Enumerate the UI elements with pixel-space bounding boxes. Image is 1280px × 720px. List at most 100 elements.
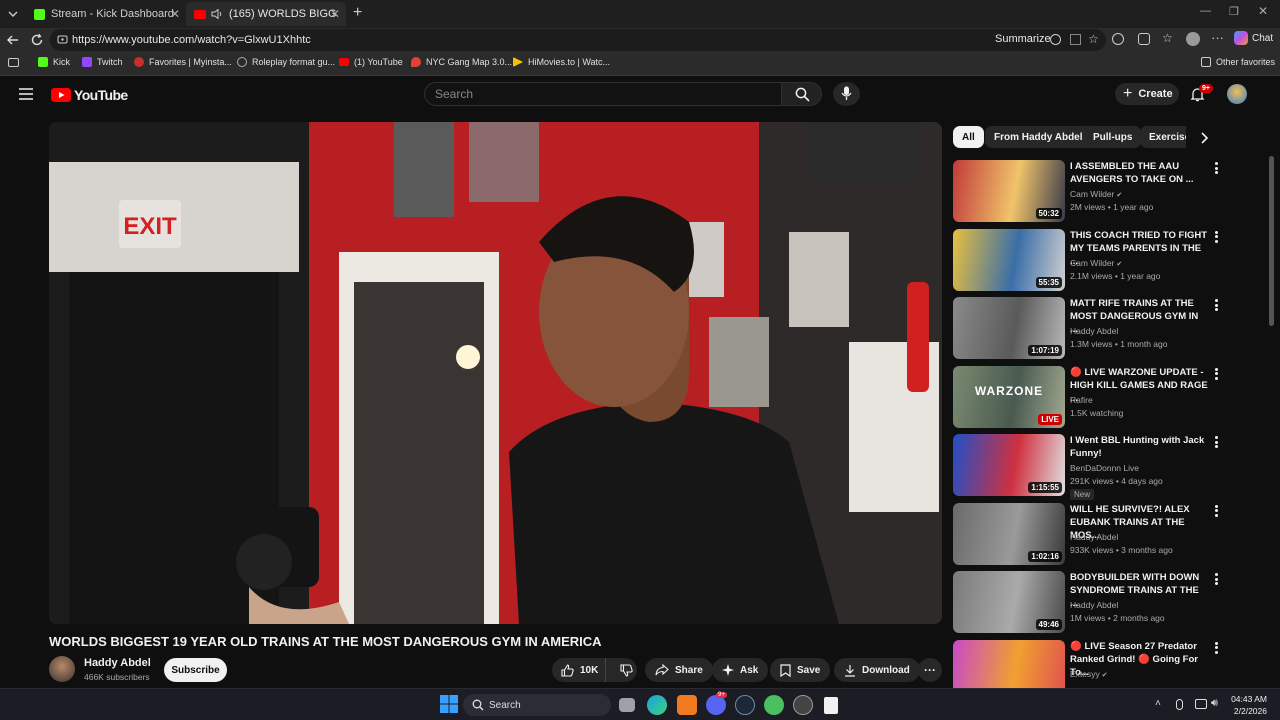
more-actions-button[interactable]: ··· bbox=[918, 658, 942, 682]
app-orange-icon[interactable] bbox=[677, 695, 697, 715]
recommendation-item[interactable]: WARZONE LIVE 🔴 LIVE WARZONE UPDATE - HIGH … bbox=[953, 365, 1253, 430]
recommendation-title[interactable]: I Went BBL Hunting with Jack Funny! bbox=[1070, 434, 1208, 460]
recommendation-item[interactable]: 50:32 I ASSEMBLED THE AAU AVENGERS TO TAK… bbox=[953, 160, 1253, 224]
page-scrollbar[interactable] bbox=[1269, 156, 1274, 326]
like-button[interactable]: 10K bbox=[552, 658, 606, 682]
profile-avatar[interactable] bbox=[1186, 32, 1200, 46]
taskbar-clock[interactable]: 04:43 AM 2/2/2026 bbox=[1231, 694, 1267, 716]
favorite-star-icon[interactable]: ☆ bbox=[1088, 32, 1099, 46]
more-options-icon[interactable] bbox=[1215, 367, 1219, 380]
recommendation-channel[interactable]: Cam Wilder ✔ bbox=[1070, 189, 1122, 199]
recommendation-channel[interactable]: BenDaDonnn Live bbox=[1070, 463, 1139, 473]
volume-icon[interactable]: 🔊︎ bbox=[1211, 697, 1218, 710]
close-tab-icon[interactable]: ✕ bbox=[330, 7, 340, 21]
video-player[interactable]: EXIT bbox=[49, 122, 942, 624]
more-menu-icon[interactable]: ··· bbox=[1211, 30, 1224, 45]
recommendation-thumbnail[interactable]: 50:32 bbox=[953, 160, 1065, 222]
recommendation-channel[interactable]: Rafire bbox=[1070, 395, 1093, 405]
recommendation-channel[interactable]: Cam Wilder ✔ bbox=[1070, 258, 1122, 268]
bookmark-youtube[interactable]: (1) YouTube bbox=[339, 57, 403, 67]
bookmark-roleplay[interactable]: Roleplay format gu... bbox=[237, 57, 335, 67]
obs-icon[interactable] bbox=[793, 695, 813, 715]
channel-avatar[interactable] bbox=[49, 656, 75, 682]
app-green-icon[interactable] bbox=[764, 695, 784, 715]
recommendation-channel[interactable]: Haddy Abdel bbox=[1070, 532, 1118, 542]
ask-button[interactable]: Ask bbox=[712, 658, 769, 682]
recommendation-thumbnail[interactable]: 1:07:19 bbox=[953, 297, 1065, 359]
discord-icon[interactable] bbox=[706, 695, 726, 715]
create-button[interactable]: + Create bbox=[1115, 83, 1179, 105]
notepad-icon[interactable] bbox=[824, 697, 838, 714]
close-window-icon[interactable]: ✕ bbox=[1258, 4, 1268, 18]
youtube-logo[interactable]: YouTube bbox=[51, 87, 128, 103]
reading-list-icon[interactable] bbox=[8, 58, 19, 67]
recommendation-thumbnail[interactable]: 1:15:55 bbox=[953, 434, 1065, 496]
bookmark-himovies[interactable]: HiMovies.to | Watc... bbox=[513, 57, 610, 67]
bookmark-other-favorites[interactable]: Other favorites bbox=[1201, 57, 1275, 67]
recommendation-thumbnail[interactable]: 1:02:16 bbox=[953, 502, 1065, 565]
search-button[interactable] bbox=[781, 82, 822, 106]
microphone-tray-icon[interactable] bbox=[1176, 699, 1183, 710]
recommendation-item[interactable]: 1:02:16 WILL HE SURVIVE?! ALEX EUBANK TRA… bbox=[953, 502, 1253, 567]
copilot-chat-button[interactable]: Chat bbox=[1234, 31, 1273, 45]
task-view-icon[interactable] bbox=[619, 698, 635, 712]
more-options-icon[interactable] bbox=[1215, 162, 1219, 174]
recommendation-channel[interactable]: Haddy Abdel bbox=[1070, 600, 1118, 610]
url-field[interactable]: https://www.youtube.com/watch?v=GlxwU1Xh… bbox=[50, 29, 1106, 51]
chip-pull-ups[interactable]: Pull-ups bbox=[1084, 126, 1142, 148]
taskbar-search[interactable]: Search bbox=[463, 694, 611, 716]
search-input[interactable]: Search bbox=[424, 82, 782, 106]
more-options-icon[interactable] bbox=[1215, 641, 1219, 654]
restore-icon[interactable]: ❐ bbox=[1229, 5, 1239, 18]
tab-actions-chevron-icon[interactable] bbox=[6, 7, 20, 21]
recommendation-channel[interactable]: Haddy Abdel bbox=[1070, 326, 1118, 336]
tab-youtube-video[interactable]: (165) WORLDS BIGGEST 19 YE ✕ bbox=[186, 2, 346, 26]
bookmark-twitch[interactable]: Twitch bbox=[82, 57, 123, 67]
recommendation-item[interactable]: 55:35 THIS COACH TRIED TO FIGHT MY TEAMS … bbox=[953, 228, 1253, 293]
summarize-button[interactable]: Summarize bbox=[995, 33, 1051, 45]
edge-browser-icon[interactable] bbox=[647, 695, 667, 715]
windows-start-icon[interactable] bbox=[440, 695, 460, 715]
channel-name[interactable]: Haddy Abdel bbox=[84, 657, 151, 669]
chip-exercise[interactable]: Exercise bbox=[1140, 126, 1186, 148]
recommendation-title[interactable]: I ASSEMBLED THE AAU AVENGERS TO TAKE ON … bbox=[1070, 160, 1208, 186]
more-options-icon[interactable] bbox=[1215, 436, 1219, 448]
recommendation-item[interactable]: 1:15:55 I Went BBL Hunting with Jack Funn… bbox=[953, 434, 1253, 500]
recommendation-item[interactable]: 1:07:19 MATT RIFE TRAINS AT THE MOST DANG… bbox=[953, 297, 1253, 361]
bookmark-nyc-gang-map[interactable]: NYC Gang Map 3.0... bbox=[411, 57, 512, 67]
hamburger-menu-icon[interactable] bbox=[19, 88, 33, 100]
subscribe-button[interactable]: Subscribe bbox=[164, 658, 227, 682]
download-button[interactable]: Download bbox=[834, 658, 920, 682]
more-options-icon[interactable] bbox=[1215, 299, 1219, 311]
recommendation-thumbnail[interactable]: WARZONE LIVE bbox=[953, 365, 1065, 428]
recommendation-thumbnail[interactable]: 49:46 bbox=[953, 571, 1065, 633]
favorites-icon[interactable]: ☆ bbox=[1162, 31, 1173, 45]
more-options-icon[interactable] bbox=[1215, 504, 1219, 517]
speaker-icon[interactable] bbox=[211, 9, 223, 19]
apps-icon[interactable] bbox=[1070, 34, 1081, 45]
refresh-icon[interactable] bbox=[30, 33, 44, 47]
recommendation-channel[interactable]: Extesyy ✔ bbox=[1070, 669, 1108, 679]
save-button[interactable]: Save bbox=[770, 658, 831, 682]
tray-overflow-chevron-icon[interactable]: ˄ bbox=[1155, 698, 1161, 709]
share-button[interactable]: Share bbox=[645, 658, 713, 682]
site-info-icon[interactable] bbox=[57, 34, 68, 45]
dislike-button[interactable] bbox=[612, 663, 633, 677]
minimize-icon[interactable]: — bbox=[1200, 5, 1211, 17]
tab-kick-dashboard[interactable]: Stream - Kick Dashboard ✕ bbox=[26, 2, 186, 26]
recommendation-item[interactable]: 49:46 BODYBUILDER WITH DOWN SYNDROME TRAI… bbox=[953, 571, 1253, 635]
network-icon[interactable] bbox=[1195, 699, 1207, 709]
more-options-icon[interactable] bbox=[1215, 573, 1219, 585]
chip-from-haddy-abdel[interactable]: From Haddy Abdel bbox=[985, 126, 1092, 148]
new-tab-plus-icon[interactable]: + bbox=[353, 4, 362, 22]
bookmark-kick[interactable]: Kick bbox=[38, 57, 70, 67]
account-avatar[interactable] bbox=[1227, 84, 1247, 104]
chips-next-chevron-icon[interactable] bbox=[1199, 132, 1209, 144]
chip-all[interactable]: All bbox=[953, 126, 984, 148]
steam-icon[interactable] bbox=[735, 695, 755, 715]
voice-search-button[interactable] bbox=[833, 82, 860, 106]
more-options-icon[interactable] bbox=[1215, 230, 1219, 243]
back-arrow-icon[interactable] bbox=[6, 33, 20, 47]
refresh-extension-icon[interactable] bbox=[1112, 33, 1124, 45]
bookmark-myinsta[interactable]: Favorites | Myinsta... bbox=[134, 57, 232, 67]
